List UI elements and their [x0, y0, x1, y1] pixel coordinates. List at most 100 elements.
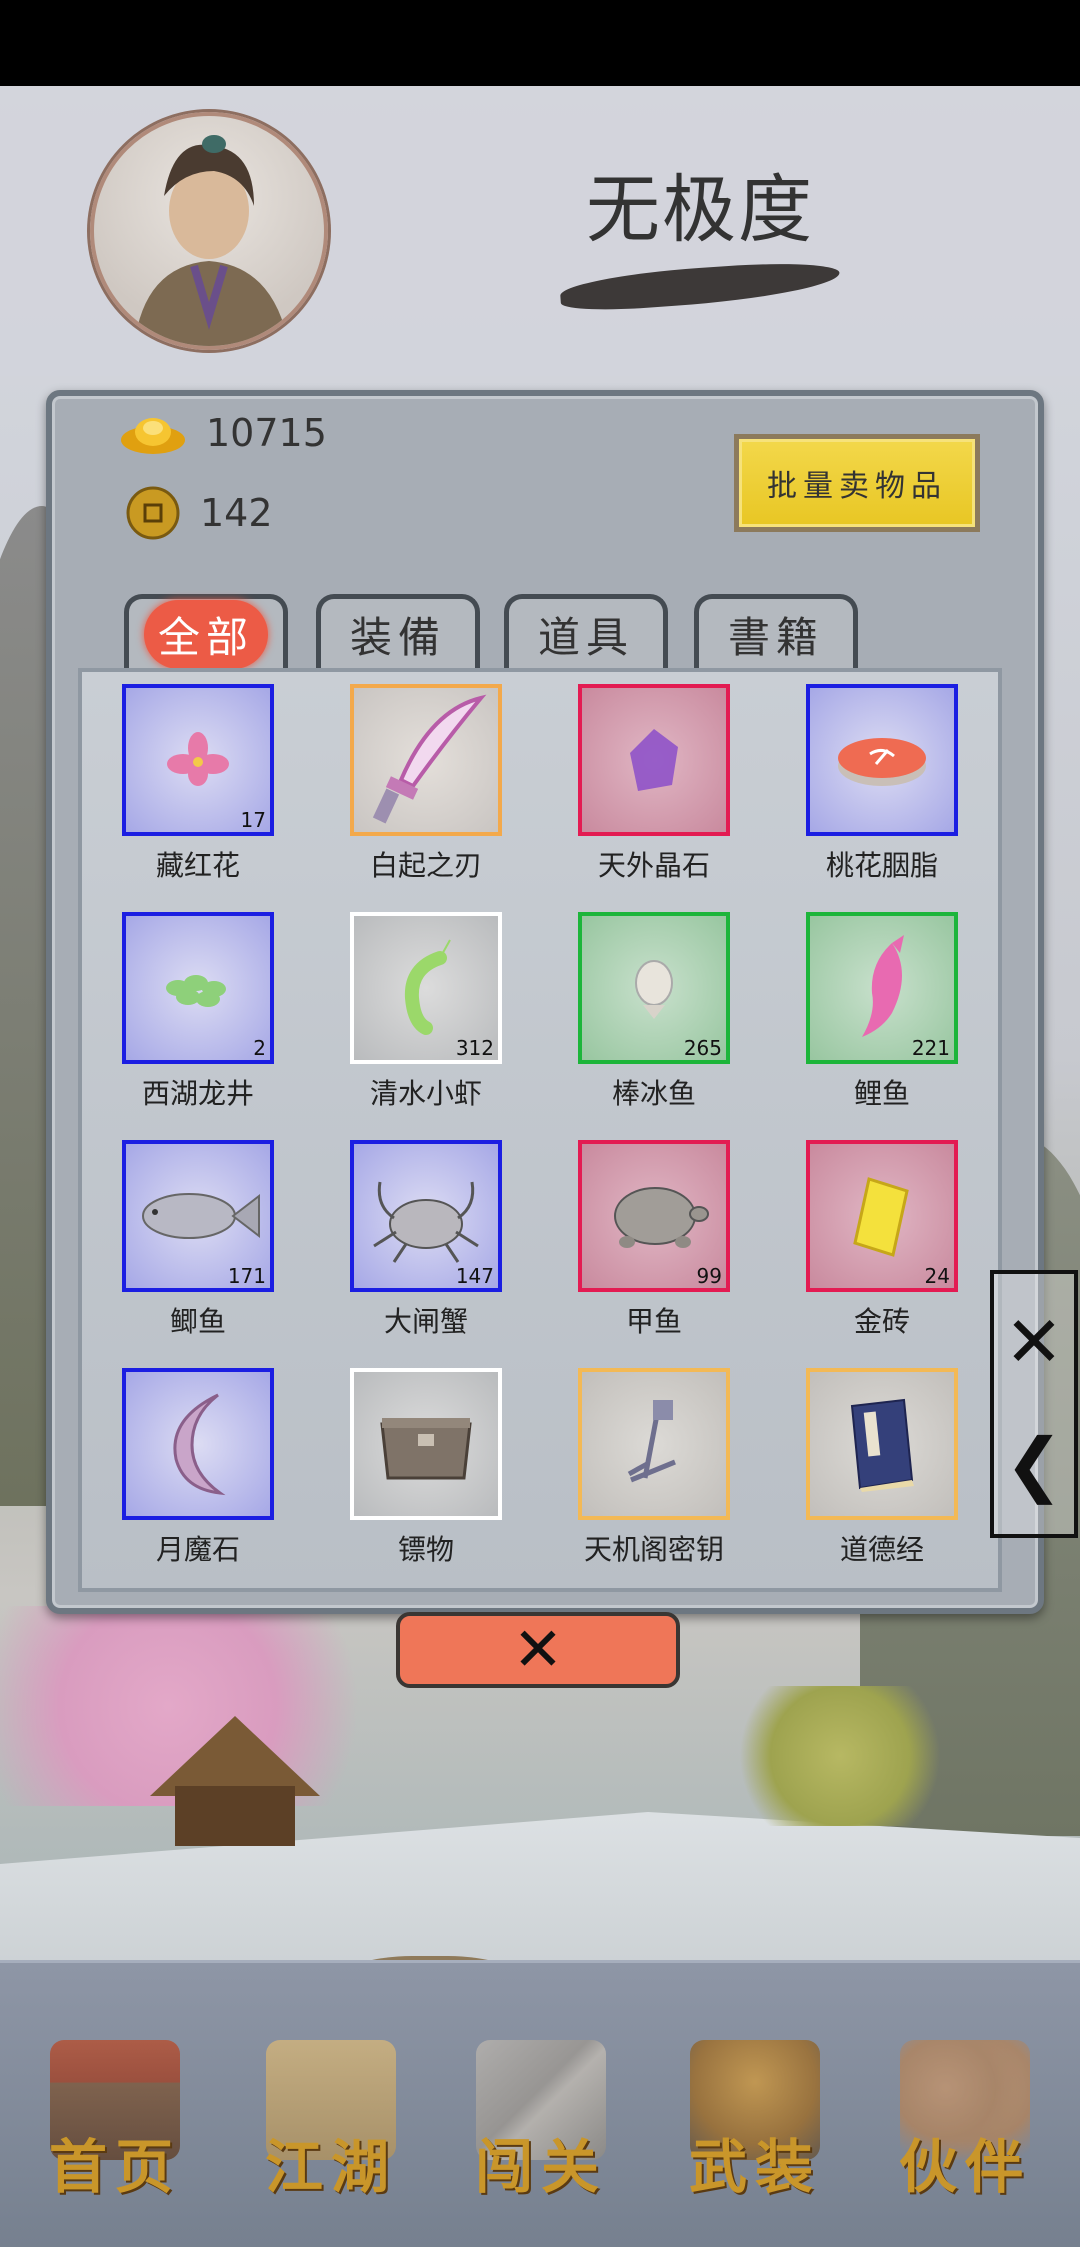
- item-count: 147: [455, 1264, 494, 1288]
- item-name: 大闸蟹: [383, 1305, 468, 1338]
- nav-home-label: 首页: [48, 2133, 181, 2201]
- item-count: 265: [683, 1036, 722, 1060]
- item-name: 西湖龙井: [141, 1077, 254, 1110]
- inventory-item[interactable]: 镖物: [346, 1368, 506, 1568]
- side-back-button[interactable]: ❮: [994, 1404, 1074, 1524]
- turtle-icon: [614, 1187, 709, 1248]
- item-name: 月魔石: [155, 1533, 240, 1566]
- inventory-item[interactable]: 147 大闸蟹: [346, 1140, 506, 1340]
- item-count: 99: [696, 1264, 722, 1288]
- crystal-icon: [630, 729, 678, 791]
- hut-roof: [150, 1716, 320, 1796]
- player-name: 无极度: [586, 167, 814, 253]
- side-close-button[interactable]: ✕: [994, 1282, 1074, 1402]
- item-name: 桃花胭脂: [825, 849, 938, 882]
- item-slot[interactable]: 24: [806, 1140, 958, 1292]
- item-slot[interactable]: [578, 684, 730, 836]
- inventory-item[interactable]: 171 鲫鱼: [118, 1140, 278, 1340]
- blade-icon: [372, 694, 487, 824]
- item-slot[interactable]: 265: [578, 912, 730, 1064]
- inventory-item[interactable]: 221 鲤鱼: [802, 912, 962, 1112]
- inventory-item[interactable]: 道德经: [802, 1368, 962, 1568]
- item-name: 清水小虾: [369, 1077, 482, 1110]
- nav-armory[interactable]: 武装: [660, 2040, 850, 2201]
- nav-armory-label: 武装: [688, 2133, 821, 2201]
- item-name: 天机阁密钥: [583, 1533, 724, 1566]
- inventory-item[interactable]: 白起之刃: [346, 684, 506, 884]
- nav-challenge[interactable]: 闯关: [446, 2040, 636, 2201]
- inventory-item[interactable]: 2 西湖龙井: [118, 912, 278, 1112]
- nav-jianghu[interactable]: 江湖: [236, 2040, 426, 2201]
- item-slot[interactable]: 99: [578, 1140, 730, 1292]
- item-name: 藏红花: [155, 849, 240, 882]
- item-slot[interactable]: [350, 684, 502, 836]
- item-slot[interactable]: 221: [806, 912, 958, 1064]
- item-name: 金砖: [853, 1305, 910, 1338]
- item-count: 312: [455, 1036, 494, 1060]
- inventory-item[interactable]: 24 金砖: [802, 1140, 962, 1340]
- item-name: 鲤鱼: [853, 1077, 910, 1110]
- item-slot[interactable]: 312: [350, 912, 502, 1064]
- close-inventory-button[interactable]: ✕: [396, 1612, 680, 1688]
- item-slot[interactable]: 2: [122, 912, 274, 1064]
- item-name: 道德经: [839, 1533, 924, 1566]
- item-slot[interactable]: [578, 1368, 730, 1520]
- item-slot[interactable]: 147: [350, 1140, 502, 1292]
- item-count: 171: [227, 1264, 266, 1288]
- tab-items[interactable]: 道具: [504, 594, 668, 670]
- crucian-icon: [142, 1193, 260, 1239]
- item-count: 221: [911, 1036, 950, 1060]
- gold-ingot-icon: [121, 418, 185, 454]
- inventory-item[interactable]: 天外晶石: [574, 684, 734, 884]
- tab-all[interactable]: 全部: [124, 594, 288, 670]
- tab-items-label: 道具: [537, 613, 634, 662]
- item-slot[interactable]: [122, 1368, 274, 1520]
- item-slot[interactable]: 171: [122, 1140, 274, 1292]
- inventory-item[interactable]: 月魔石: [118, 1368, 278, 1568]
- nav-challenge-label: 闯关: [474, 2133, 607, 2201]
- fish-icon: [635, 960, 673, 1019]
- item-name: 甲鱼: [625, 1305, 682, 1338]
- inventory-item[interactable]: 天机阁密钥: [574, 1368, 734, 1568]
- item-slot[interactable]: [806, 684, 958, 836]
- hut: [150, 1716, 320, 1846]
- hut-body: [175, 1786, 295, 1846]
- coin-count: 142: [200, 491, 273, 535]
- tab-equipment[interactable]: 装備: [316, 594, 480, 670]
- nav-partners[interactable]: 伙伴: [870, 2040, 1060, 2201]
- item-slot[interactable]: 17: [122, 684, 274, 836]
- tab-all-label: 全部: [143, 600, 268, 669]
- tea-icon: [166, 975, 226, 1007]
- item-name: 白起之刃: [369, 849, 482, 882]
- item-name: 棒冰鱼: [611, 1077, 696, 1110]
- status-bar: [0, 0, 1080, 86]
- key-icon: [627, 1400, 676, 1483]
- ingot-count: 10715: [206, 411, 327, 455]
- crab-icon: [373, 1181, 479, 1263]
- carp-icon: [862, 935, 904, 1037]
- inventory-item[interactable]: 桃花胭脂: [802, 684, 962, 884]
- inventory-item[interactable]: 99 甲鱼: [574, 1140, 734, 1340]
- player-avatar[interactable]: [90, 112, 328, 350]
- item-count: 17: [240, 808, 266, 832]
- inventory-item[interactable]: 265 棒冰鱼: [574, 912, 734, 1112]
- shrimp-icon: [404, 939, 451, 1035]
- copper-coin-icon: [126, 486, 180, 540]
- ingot-balance: 10715: [120, 410, 327, 456]
- item-slot[interactable]: [806, 1368, 958, 1520]
- tab-books[interactable]: 書籍: [694, 594, 858, 670]
- item-name: 天外晶石: [597, 849, 710, 882]
- inventory-item[interactable]: 312 清水小虾: [346, 912, 506, 1112]
- tab-books-label: 書籍: [727, 613, 824, 662]
- inventory-item[interactable]: 17 藏红花: [118, 684, 278, 884]
- nav-home[interactable]: 首页: [20, 2040, 210, 2201]
- tab-equipment-label: 装備: [349, 613, 446, 662]
- tree-right: [720, 1686, 960, 1826]
- bulk-sell-button[interactable]: 批量卖物品: [734, 434, 980, 532]
- gold-brick-icon: [853, 1177, 909, 1257]
- item-count: 24: [924, 1264, 950, 1288]
- flower-icon: [167, 732, 229, 786]
- avatar-portrait-icon: [134, 135, 289, 346]
- cargo-box-icon: [380, 1418, 472, 1480]
- item-slot[interactable]: [350, 1368, 502, 1520]
